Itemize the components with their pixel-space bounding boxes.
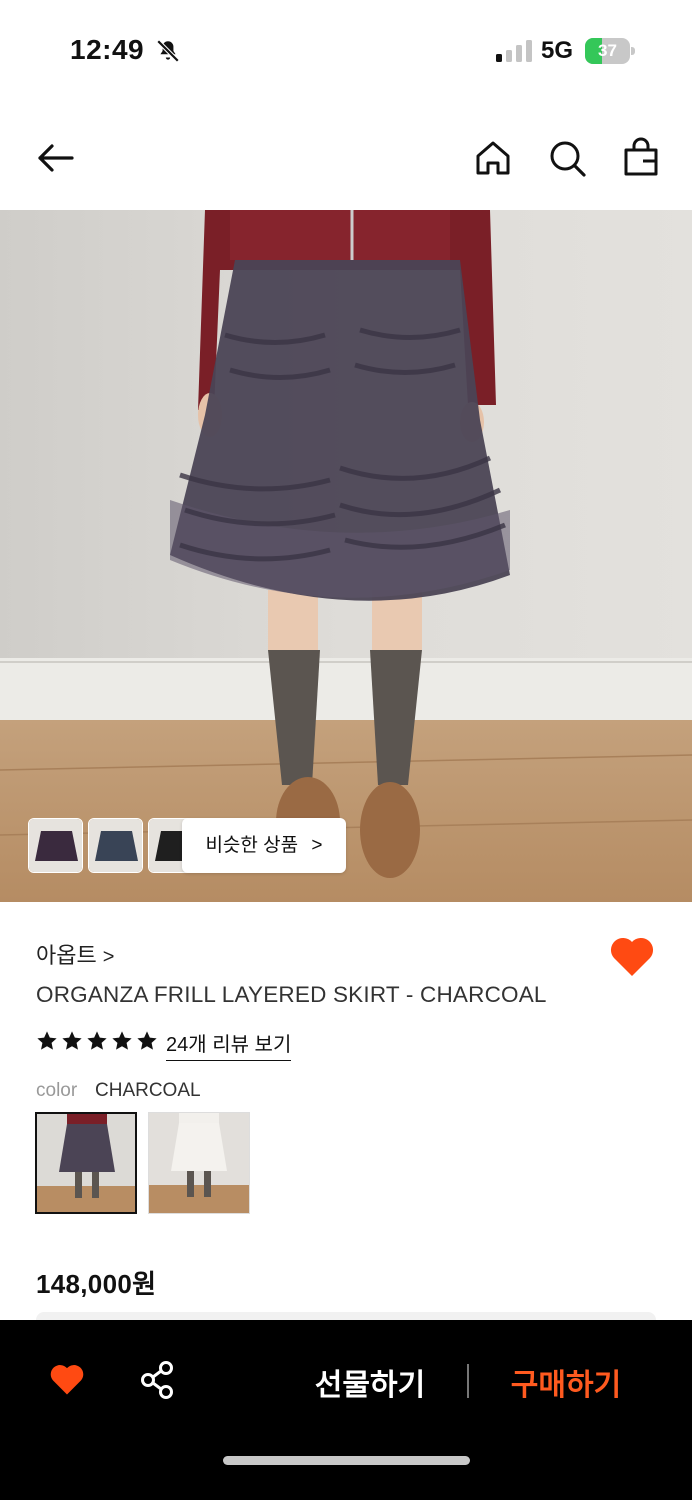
network-label: 5G xyxy=(541,37,574,64)
chevron-right-icon: > xyxy=(102,946,115,968)
bottom-action-bar: 선물하기 구매하기 xyxy=(0,1320,692,1500)
product-title: ORGANZA FRILL LAYERED SKIRT - CHARCOAL xyxy=(36,982,547,1007)
back-arrow-icon[interactable] xyxy=(34,136,78,180)
home-indicator[interactable] xyxy=(223,1456,470,1465)
thumbnail-1[interactable] xyxy=(28,818,83,873)
color-label: color xyxy=(36,1080,78,1101)
product-photo xyxy=(0,210,692,902)
color-swatch-charcoal[interactable] xyxy=(35,1112,137,1214)
brand-name: 아옵트 xyxy=(36,943,97,968)
button-divider xyxy=(467,1364,469,1398)
product-hero-image[interactable] xyxy=(0,210,692,902)
buy-button[interactable]: 구매하기 xyxy=(486,1360,646,1404)
status-time: 12:49 xyxy=(70,34,145,65)
color-swatch-white[interactable] xyxy=(148,1112,250,1214)
star-icon xyxy=(112,1031,132,1050)
star-icon xyxy=(37,1031,57,1050)
similar-products-button[interactable]: 비슷한 상품 > xyxy=(182,818,346,873)
heart-icon[interactable] xyxy=(48,1362,86,1396)
wishlist-heart-icon[interactable] xyxy=(608,934,656,978)
shopping-bag-icon[interactable] xyxy=(619,136,663,180)
color-value: CHARCOAL xyxy=(95,1080,201,1101)
top-nav xyxy=(0,118,692,198)
status-bar: 12:49 5G 37 xyxy=(0,0,692,100)
share-icon[interactable] xyxy=(139,1360,175,1400)
star-icon xyxy=(62,1031,82,1050)
brand-link[interactable]: 아옵트 > xyxy=(36,938,114,970)
home-icon[interactable] xyxy=(471,136,515,180)
chevron-right-icon: > xyxy=(311,835,323,856)
star-icon xyxy=(137,1031,157,1050)
signal-icon xyxy=(496,40,532,62)
thumbnail-2[interactable] xyxy=(88,818,143,873)
battery-charging-icon: 37 xyxy=(585,38,635,64)
review-link[interactable]: 24개 리뷰 보기 xyxy=(166,1028,292,1061)
battery-percent: 37 xyxy=(598,41,617,60)
gift-button[interactable]: 선물하기 xyxy=(290,1360,450,1404)
bell-slash-icon xyxy=(156,39,180,63)
similar-products-label: 비슷한 상품 xyxy=(205,835,299,856)
star-icon xyxy=(87,1031,107,1050)
product-price: 148,000원 xyxy=(36,1269,157,1299)
search-icon[interactable] xyxy=(545,136,589,180)
